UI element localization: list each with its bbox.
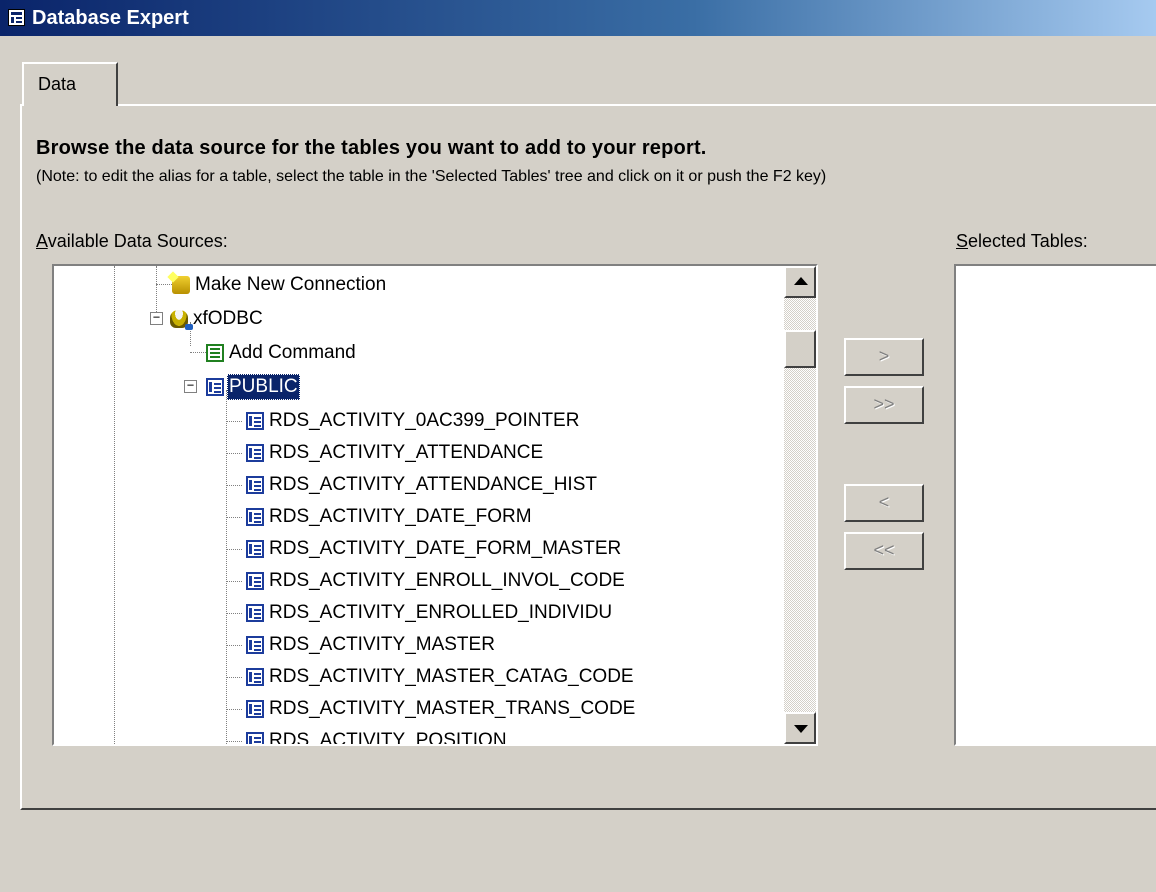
tree-guide-line xyxy=(156,284,172,285)
table-name: RDS_ACTIVITY_ENROLLED_INDIVIDU xyxy=(269,602,613,623)
arrow-up-icon xyxy=(794,277,808,285)
tree-item-make-new-connection[interactable]: Make New Connection xyxy=(172,270,388,300)
tree-guide-line xyxy=(226,709,242,710)
tree-item-table[interactable]: RDS_ACTIVITY_MASTER_TRANS_CODE xyxy=(246,694,637,724)
scroll-down-button[interactable] xyxy=(784,712,816,744)
add-all-tables-button[interactable]: >> xyxy=(844,386,924,424)
table-name: RDS_ACTIVITY_DATE_FORM xyxy=(269,506,532,527)
table-icon xyxy=(246,508,264,526)
collapse-public-toggle[interactable]: − xyxy=(184,379,197,393)
tree-item-table[interactable]: RDS_ACTIVITY_ATTENDANCE xyxy=(246,438,545,468)
tree-item-public[interactable]: PUBLIC xyxy=(206,372,300,402)
table-icon xyxy=(246,412,264,430)
odbc-connection-icon xyxy=(170,310,193,330)
table-icon xyxy=(246,572,264,590)
tree-guide-line xyxy=(226,390,227,744)
alias-note: (Note: to edit the alias for a table, se… xyxy=(36,168,827,185)
table-name: RDS_ACTIVITY_POSITION xyxy=(269,730,507,746)
scroll-up-button[interactable] xyxy=(784,266,816,298)
table-icon xyxy=(246,476,264,494)
table-name: RDS_ACTIVITY_0AC399_POINTER xyxy=(269,410,580,431)
tree-item-table[interactable]: RDS_ACTIVITY_ENROLL_INVOL_CODE xyxy=(246,566,627,596)
table-name: RDS_ACTIVITY_ATTENDANCE_HIST xyxy=(269,474,597,495)
tree-item-add-command[interactable]: Add Command xyxy=(206,338,358,368)
tree-item-table[interactable]: RDS_ACTIVITY_ENROLLED_INDIVIDU xyxy=(246,598,614,628)
tree-item-table[interactable]: RDS_ACTIVITY_MASTER_CATAG_CODE xyxy=(246,662,636,692)
tree-item-table[interactable]: RDS_ACTIVITY_0AC399_POINTER xyxy=(246,406,581,436)
table-icon xyxy=(246,636,264,654)
tree-guide-line xyxy=(114,266,115,744)
instruction-heading: Browse the data source for the tables yo… xyxy=(36,137,707,159)
add-table-button[interactable]: > xyxy=(844,338,924,376)
schema-icon xyxy=(206,378,224,396)
tree-item-table[interactable]: RDS_ACTIVITY_DATE_FORM_MASTER xyxy=(246,534,623,564)
table-name: RDS_ACTIVITY_MASTER_CATAG_CODE xyxy=(269,666,634,687)
title-bar[interactable]: Database Expert xyxy=(0,0,1156,36)
table-icon xyxy=(246,444,264,462)
scroll-thumb[interactable] xyxy=(784,330,816,368)
add-command-icon xyxy=(206,344,224,362)
tree-item-table[interactable]: RDS_ACTIVITY_DATE_FORM xyxy=(246,502,534,532)
table-icon xyxy=(246,668,264,686)
tree-guide-line xyxy=(226,581,242,582)
table-name: RDS_ACTIVITY_DATE_FORM_MASTER xyxy=(269,538,622,559)
tree-item-table[interactable]: RDS_ACTIVITY_POSITION xyxy=(246,726,509,746)
window-title: Database Expert xyxy=(32,7,189,29)
collapse-xfodbc-toggle[interactable]: − xyxy=(150,311,163,325)
tree-item-table[interactable]: RDS_ACTIVITY_ATTENDANCE_HIST xyxy=(246,470,599,500)
selected-tables-label: Selected Tables: xyxy=(956,231,1088,251)
tree-guide-line xyxy=(226,549,242,550)
table-icon xyxy=(246,732,264,744)
tree-guide-line xyxy=(226,453,242,454)
table-icon xyxy=(246,604,264,622)
available-data-sources-tree[interactable]: − − Make New Connection xfODBC Add Comma… xyxy=(52,264,818,746)
tree-guide-line xyxy=(226,485,242,486)
tree-guide-line xyxy=(226,421,242,422)
new-connection-icon xyxy=(172,276,190,294)
table-name: RDS_ACTIVITY_MASTER_TRANS_CODE xyxy=(269,698,636,719)
remove-all-tables-button[interactable]: << xyxy=(844,532,924,570)
table-icon xyxy=(246,700,264,718)
tree-guide-line xyxy=(226,613,242,614)
tree-guide-line xyxy=(226,677,242,678)
tree-guide-line xyxy=(226,645,242,646)
database-expert-icon xyxy=(8,9,25,26)
remove-table-button[interactable]: < xyxy=(844,484,924,522)
tree-guide-line xyxy=(226,517,242,518)
table-icon xyxy=(246,540,264,558)
arrow-down-icon xyxy=(794,725,808,733)
tree-item-xfodbc[interactable]: xfODBC xyxy=(170,304,265,334)
table-name: RDS_ACTIVITY_ATTENDANCE xyxy=(269,442,544,463)
selected-tables-tree[interactable] xyxy=(954,264,1156,746)
tree-guide-line xyxy=(226,741,242,742)
table-name: RDS_ACTIVITY_MASTER xyxy=(269,634,495,655)
available-data-sources-label: Available Data Sources: xyxy=(36,231,228,251)
tree-guide-line xyxy=(190,352,206,353)
vertical-scrollbar[interactable] xyxy=(784,266,816,744)
table-name: RDS_ACTIVITY_ENROLL_INVOL_CODE xyxy=(269,570,625,591)
tree-item-table[interactable]: RDS_ACTIVITY_MASTER xyxy=(246,630,497,660)
tab-data[interactable]: Data xyxy=(22,62,118,106)
